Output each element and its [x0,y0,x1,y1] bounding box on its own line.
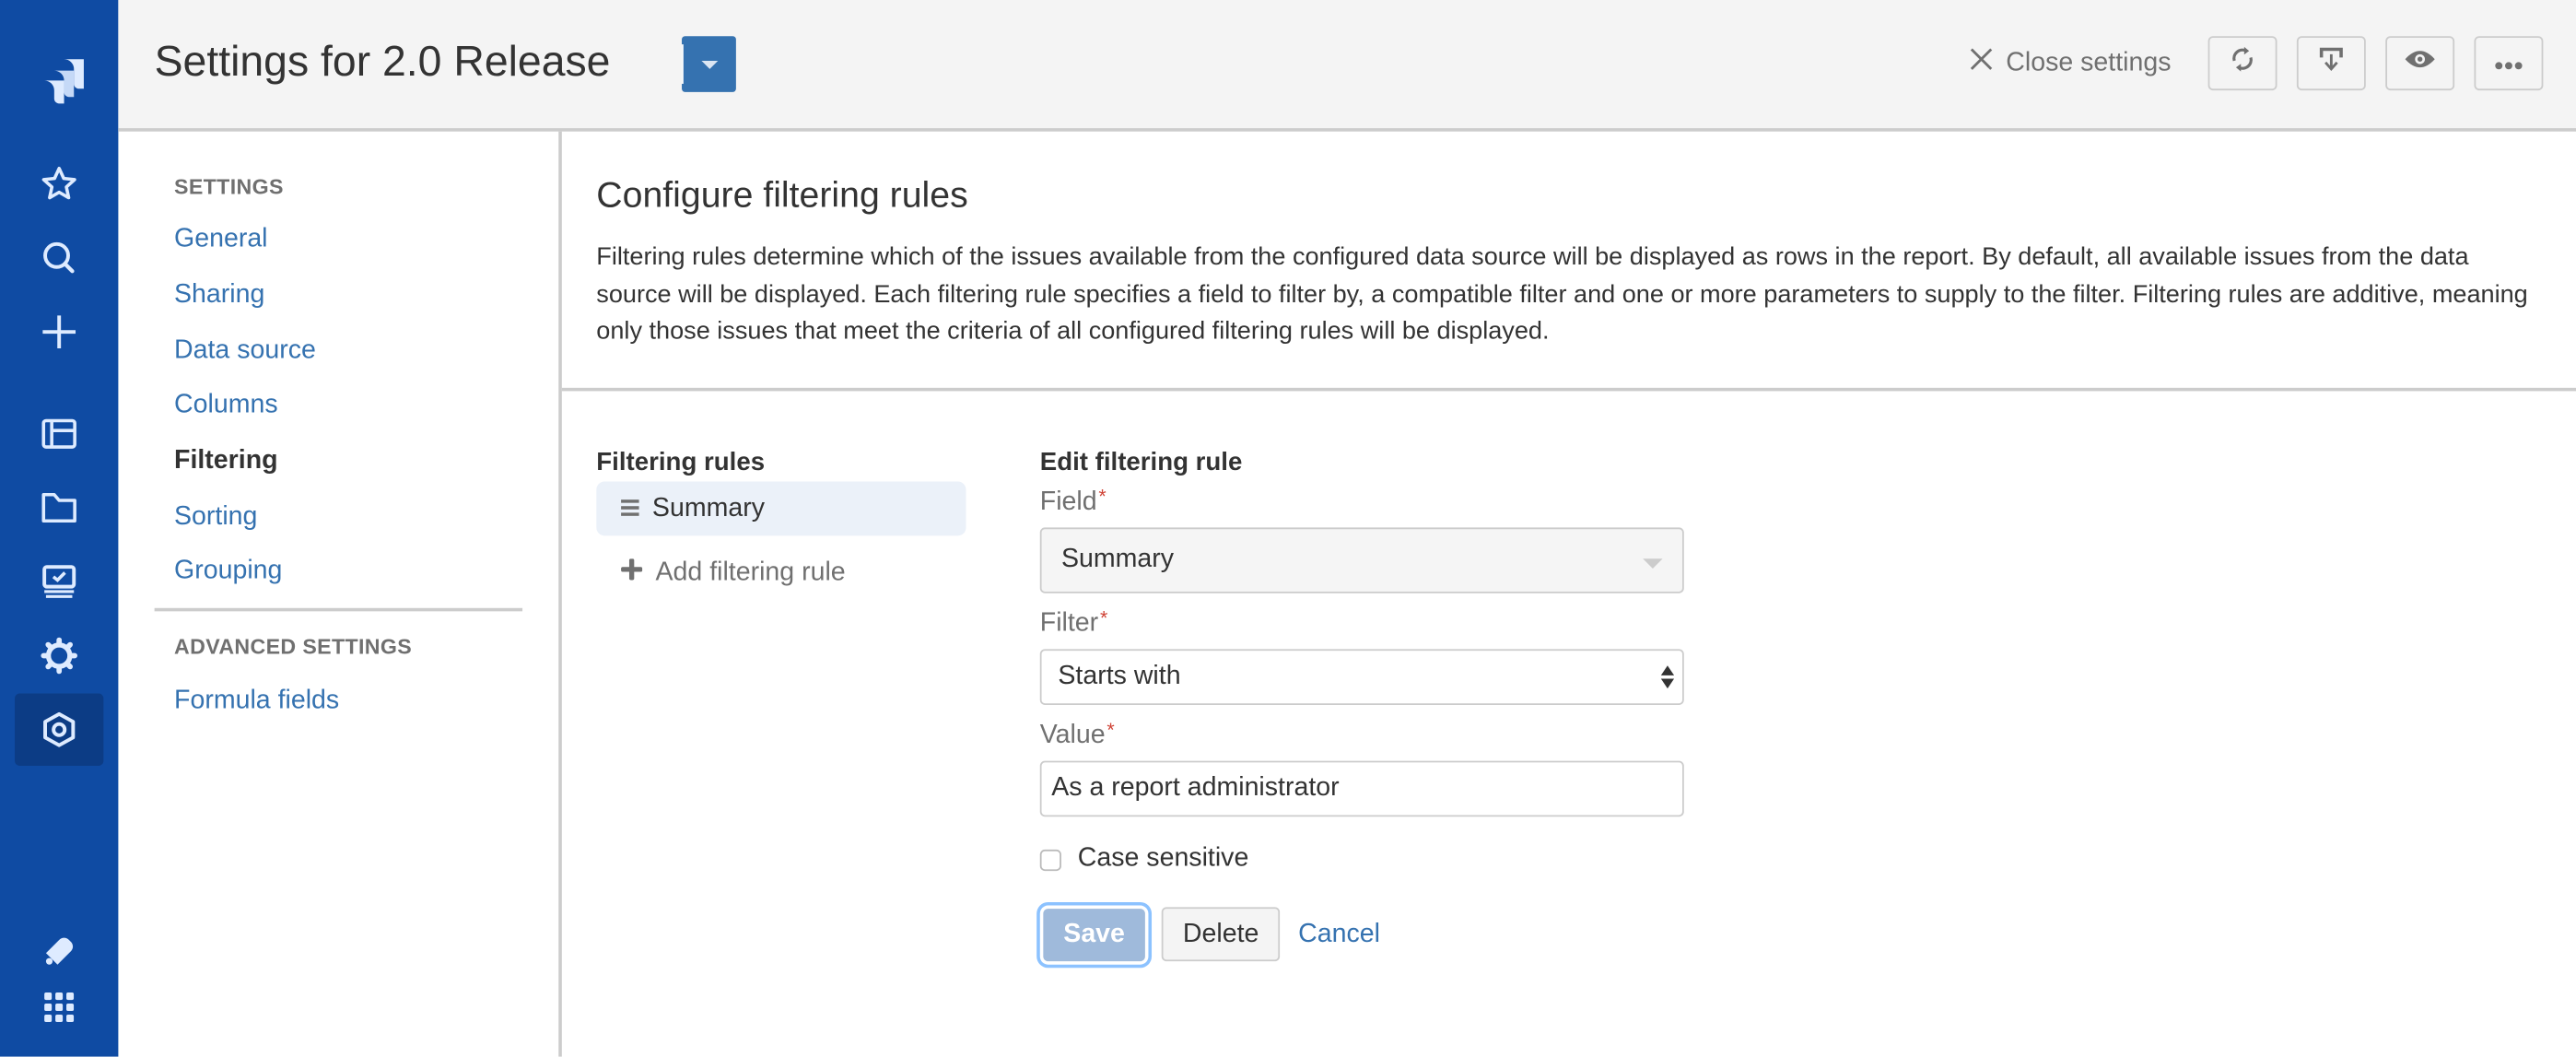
starred-nav-item[interactable] [15,147,103,219]
refresh-button[interactable] [2207,36,2277,91]
section-title: Configure filtering rules [596,174,968,216]
chevron-down-icon [1643,558,1663,569]
eye-icon [2404,46,2437,80]
sidebar-item-data-source[interactable]: Data source [174,337,316,367]
value-input[interactable] [1039,760,1684,817]
filtering-rule-item[interactable]: Summary [596,481,966,536]
form-actions: Save Delete Cancel [1040,907,1684,962]
drag-handle-icon[interactable] [621,494,639,523]
page-title: Settings for 2.0 Release [154,36,611,86]
select-arrows-icon [1660,665,1675,689]
main-content: Configure filtering rules Filtering rule… [561,132,2576,1057]
add-filtering-rule-label: Add filtering rule [655,558,846,587]
plus-icon [621,558,643,588]
notification-icon [40,930,79,969]
value-label: Value * [1039,718,1684,751]
export-icon [2316,44,2346,82]
filtering-rule-label: Summary [651,493,765,523]
field-select-value: Summary [1060,546,1175,574]
sidebar-item-grouping[interactable]: Grouping [174,558,282,587]
sidebar-item-sharing[interactable]: Sharing [174,281,264,311]
sidebar-item-sorting[interactable]: Sorting [174,503,257,533]
more-actions-button[interactable] [2474,36,2544,91]
app-root: Settings for 2.0 Release Save Close sett… [0,0,2576,1057]
field-label-text: Field [1039,487,1097,516]
advanced-settings-heading: ADVANCED SETTINGS [174,634,413,660]
board-icon [40,414,79,453]
star-icon [40,164,79,204]
close-icon [1968,46,2006,80]
view-button[interactable] [2385,36,2455,91]
boards-nav-item[interactable] [15,398,103,470]
filter-label-text: Filter [1039,609,1099,638]
gear-icon [40,636,79,675]
field-select[interactable]: Summary [1039,527,1684,593]
global-nav [0,0,119,1057]
cancel-link[interactable]: Cancel [1298,920,1380,949]
app-switcher-nav-item[interactable] [15,971,103,1043]
sidebar-item-formula-fields[interactable]: Formula fields [174,687,339,716]
field-label: Field * [1039,485,1684,518]
more-icon [2494,49,2523,78]
case-sensitive-label: Case sensitive [1077,844,1249,873]
filtering-rules-title: Filtering rules [596,448,766,477]
filter-select[interactable]: Starts with [1039,649,1684,705]
edit-filtering-rule-panel: Edit filtering rule Field * Summary Filte… [1039,448,1684,962]
app-switcher-icon [41,989,77,1025]
settings-sidebar: SETTINGS General Sharing Data source Col… [118,131,562,1057]
value-label-text: Value [1039,721,1106,750]
delete-rule-button[interactable]: Delete [1161,907,1281,962]
filtering-rules-panel: Filtering rules Summary Add filtering ru… [596,449,966,589]
intro-section: Configure filtering rules Filtering rule… [561,132,2576,392]
folder-icon [40,488,79,528]
settings-heading: SETTINGS [174,174,284,199]
required-marker: * [1107,718,1115,742]
create-nav-item[interactable] [15,296,103,368]
sidebar-item-columns[interactable]: Columns [174,391,278,420]
search-nav-item[interactable] [15,222,103,294]
refresh-icon [2228,44,2257,82]
jira-logo-link[interactable] [15,44,103,116]
filter-select-value: Starts with [1058,662,1181,690]
dashboard-icon [40,562,79,602]
hexagon-app-icon [40,710,79,749]
filter-label: Filter * [1039,606,1684,640]
required-marker: * [1098,485,1107,509]
page-header: Settings for 2.0 Release Save Close sett… [118,0,2576,208]
case-sensitive-option[interactable]: Case sensitive [1039,844,1684,875]
jira-logo-icon [31,53,88,109]
projects-nav-item[interactable] [15,472,103,544]
edit-filtering-rule-title: Edit filtering rule [1039,448,1243,477]
dashboards-nav-item[interactable] [15,546,103,617]
required-marker: * [1099,606,1108,629]
chevron-down-icon [701,60,719,69]
sidebar-item-general[interactable]: General [174,225,268,254]
close-settings-label: Close settings [2006,48,2172,76]
sidebar-item-filtering[interactable]: Filtering [174,447,278,476]
settings-nav-item[interactable] [15,619,103,691]
plus-icon [40,312,79,352]
save-split-button: Save [682,36,1325,208]
export-button[interactable] [2296,36,2366,91]
add-filtering-rule-button[interactable]: Add filtering rule [596,558,966,588]
save-dropdown-button[interactable] [684,36,736,92]
search-icon [40,239,79,278]
sidebar-divider [154,607,523,612]
close-settings-link[interactable]: Close settings [1968,46,2171,80]
case-sensitive-checkbox[interactable] [1039,849,1061,871]
section-description: Filtering rules determine which of the i… [596,242,2528,346]
app-nav-item-active[interactable] [15,693,104,766]
save-rule-button[interactable]: Save [1043,908,1145,961]
